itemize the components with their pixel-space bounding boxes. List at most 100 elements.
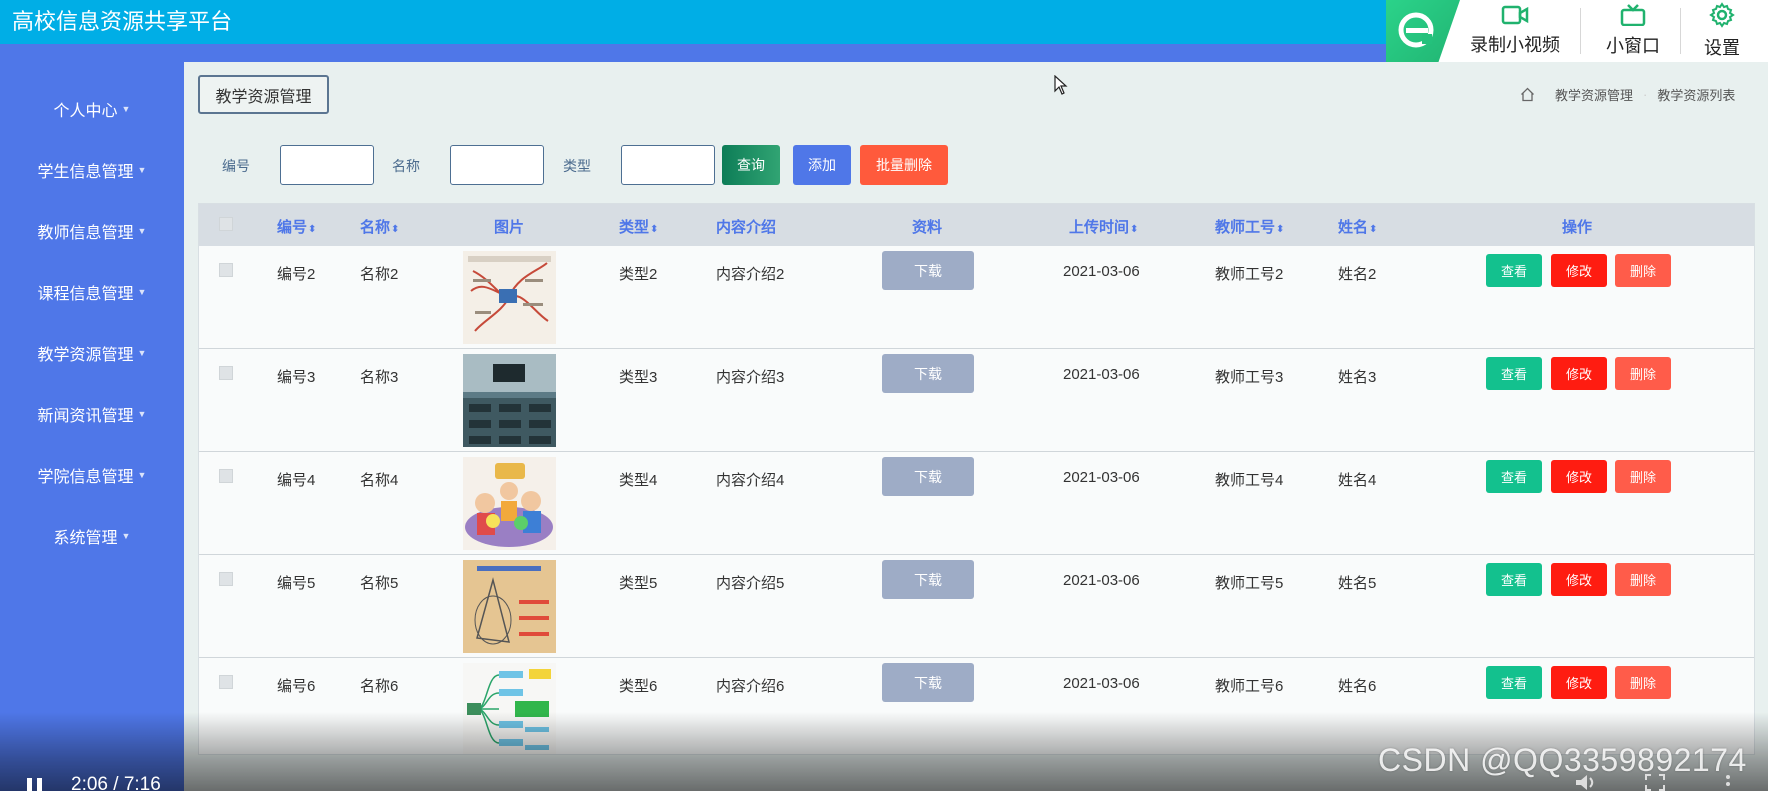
sidebar-item-label: 学生信息管理 [37,164,134,181]
cell-intro: 内容介绍3 [716,369,785,386]
sort-icon[interactable]: ⬍ [650,224,658,235]
search-label-name: 名称 [392,158,420,174]
view-button[interactable]: 查看 [1486,254,1542,287]
view-button[interactable]: 查看 [1486,563,1542,596]
search-input-type[interactable] [621,145,715,185]
edit-button[interactable]: 修改 [1551,563,1607,596]
query-button[interactable]: 查询 [722,145,780,185]
resource-thumbnail-mind-map[interactable] [463,251,556,344]
pause-icon[interactable] [27,778,42,791]
cell-name: 名称6 [360,678,399,695]
cell-teacher-name: 姓名6 [1338,678,1377,695]
download-button[interactable]: 下载 [882,251,974,290]
column-header-upload-time[interactable]: 上传时间⬍ [1069,216,1138,237]
cell-id: 编号6 [277,678,316,695]
view-button[interactable]: 查看 [1486,666,1542,699]
resource-table: 编号⬍ 名称⬍ 图片 类型⬍ 内容介绍 资料 上传时间⬍ 教师工号⬍ 姓名⬍ 操… [198,203,1755,755]
sort-icon[interactable]: ⬍ [308,224,316,235]
sort-icon[interactable]: ⬍ [1130,224,1138,235]
sort-icon[interactable]: ⬍ [1369,224,1377,235]
resource-thumbnail-geometry[interactable] [463,560,556,653]
column-header-teacher-name[interactable]: 姓名⬍ [1338,216,1377,237]
sidebar-item-system[interactable]: 系统管理 ▼ [0,516,184,556]
download-button[interactable]: 下载 [882,663,974,702]
cell-name: 名称4 [360,472,399,489]
row-checkbox[interactable] [219,469,233,483]
sort-icon[interactable]: ⬍ [1276,224,1284,235]
delete-button[interactable]: 删除 [1615,254,1671,287]
mouse-cursor-icon [1054,75,1068,95]
caret-down-icon: ▼ [137,226,147,236]
resource-thumbnail-english-kids[interactable] [463,457,556,550]
volume-icon[interactable] [1574,774,1598,791]
record-video-button[interactable]: 录制小视频 [1462,0,1568,62]
sidebar-item-news[interactable]: 新闻资讯管理 ▼ [0,394,184,434]
add-button[interactable]: 添加 [793,145,851,185]
cell-intro: 内容介绍6 [716,678,785,695]
mini-window-button[interactable]: 小窗口 [1590,0,1676,62]
delete-button[interactable]: 删除 [1615,357,1671,390]
sidebar-item-label: 系统管理 [53,530,118,547]
tv-icon [1620,4,1646,26]
column-header-image: 图片 [494,219,525,236]
caret-down-icon: ▼ [137,348,147,358]
cell-id: 编号4 [277,472,316,489]
table-row: 编号3 名称3 类型3 内容介绍3 下载 2021-03-06 教师工号3 姓名… [199,349,1754,452]
geometry-diagram-icon [463,560,556,653]
view-button[interactable]: 查看 [1486,460,1542,493]
select-all-checkbox[interactable] [219,217,233,231]
more-options-icon[interactable] [1724,774,1732,791]
download-button[interactable]: 下载 [882,354,974,393]
sort-icon[interactable]: ⬍ [391,224,399,235]
settings-label: 设置 [1704,38,1740,58]
page-title-button[interactable]: 教学资源管理 [198,75,329,114]
cell-teacher-no: 教师工号2 [1215,266,1284,283]
edit-button[interactable]: 修改 [1551,460,1607,493]
sidebar-item-label: 新闻资讯管理 [37,408,134,425]
row-checkbox[interactable] [219,675,233,689]
delete-button[interactable]: 删除 [1615,666,1671,699]
sidebar-item-course-info[interactable]: 课程信息管理 ▼ [0,272,184,312]
sidebar-item-label: 课程信息管理 [37,286,134,303]
mind-map-image-icon [463,251,556,344]
settings-button[interactable]: 设置 [1690,0,1754,62]
home-icon[interactable] [1520,87,1535,102]
edit-button[interactable]: 修改 [1551,357,1607,390]
caret-down-icon: ▼ [121,531,131,541]
search-input-name[interactable] [450,145,544,185]
cell-type: 类型2 [619,266,658,283]
search-input-id[interactable] [280,145,374,185]
caret-down-icon: ▼ [137,165,147,175]
download-button[interactable]: 下载 [882,560,974,599]
bulk-delete-button[interactable]: 批量删除 [860,145,948,185]
delete-button[interactable]: 删除 [1615,563,1671,596]
sidebar-item-teaching-resources[interactable]: 教学资源管理 ▼ [0,333,184,373]
column-header-type[interactable]: 类型⬍ [619,216,658,237]
row-checkbox[interactable] [219,366,233,380]
row-checkbox[interactable] [219,263,233,277]
toolbox-divider [1680,8,1681,54]
column-header-teacher-no[interactable]: 教师工号⬍ [1215,216,1284,237]
fullscreen-icon[interactable] [1645,774,1665,791]
column-header-name[interactable]: 名称⬍ [360,216,399,237]
resource-thumbnail-classroom[interactable] [463,354,556,447]
table-header: 编号⬍ 名称⬍ 图片 类型⬍ 内容介绍 资料 上传时间⬍ 教师工号⬍ 姓名⬍ 操… [199,204,1754,246]
edit-button[interactable]: 修改 [1551,666,1607,699]
cell-upload-time: 2021-03-06 [1063,469,1140,486]
classroom-photo-icon [463,354,556,447]
sidebar-item-student-info[interactable]: 学生信息管理 ▼ [0,150,184,190]
toolbox-divider [1580,8,1581,54]
cell-teacher-name: 姓名5 [1338,575,1377,592]
sidebar-item-college-info[interactable]: 学院信息管理 ▼ [0,455,184,495]
breadcrumb-item[interactable]: 教学资源管理 [1555,85,1633,104]
edit-button[interactable]: 修改 [1551,254,1607,287]
delete-button[interactable]: 删除 [1615,460,1671,493]
sidebar-item-personal-center[interactable]: 个人中心 ▼ [0,89,184,129]
caret-down-icon: ▼ [137,287,147,297]
download-button[interactable]: 下载 [882,457,974,496]
column-header-id[interactable]: 编号⬍ [277,216,316,237]
sidebar-item-teacher-info[interactable]: 教师信息管理 ▼ [0,211,184,251]
row-checkbox[interactable] [219,572,233,586]
view-button[interactable]: 查看 [1486,357,1542,390]
cell-id: 编号5 [277,575,316,592]
